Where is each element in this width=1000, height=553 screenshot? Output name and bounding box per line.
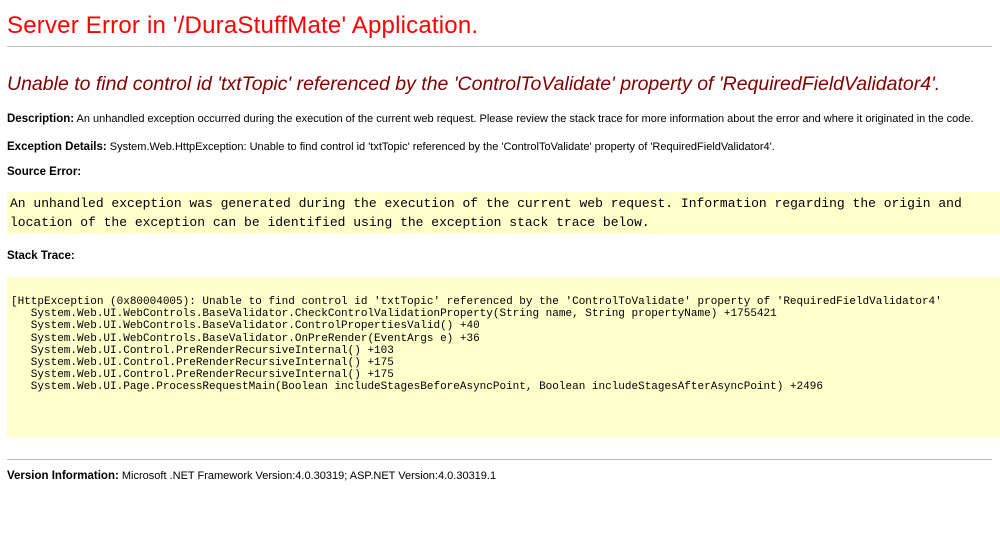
stack-trace-line: System.Web.UI.WebControls.BaseValidator.…	[11, 308, 777, 321]
source-error-box: An unhandled exception was generated dur…	[7, 192, 1000, 234]
exception-details-row: Exception Details: System.Web.HttpExcept…	[7, 140, 992, 154]
exception-details-text: System.Web.HttpException: Unable to find…	[109, 141, 775, 153]
stack-trace-line: System.Web.UI.Page.ProcessRequestMain(Bo…	[11, 381, 823, 394]
source-error-line: An unhandled exception was generated dur…	[10, 196, 962, 211]
stack-trace-line: System.Web.UI.Control.PreRenderRecursive…	[11, 369, 394, 382]
version-info-row: Version Information: Microsoft .NET Fram…	[7, 469, 992, 483]
stack-trace-label: Stack Trace:	[7, 250, 75, 262]
stack-trace-line: System.Web.UI.WebControls.BaseValidator.…	[11, 320, 480, 333]
error-message: Unable to find control id 'txtTopic' ref…	[7, 73, 941, 95]
page-title: Server Error in '/DuraStuffMate' Applica…	[7, 12, 479, 39]
source-error-line: location of the exception can be identif…	[10, 215, 650, 230]
source-error-heading: Source Error:	[7, 165, 992, 179]
error-page: Server Error in '/DuraStuffMate' Applica…	[7, 0, 1000, 483]
footer-divider	[7, 459, 992, 460]
version-info-text: Microsoft .NET Framework Version:4.0.303…	[121, 470, 497, 482]
stack-trace-heading: Stack Trace:	[7, 249, 992, 263]
stack-trace-line: System.Web.UI.Control.PreRenderRecursive…	[11, 357, 394, 370]
exception-details-label: Exception Details:	[7, 141, 107, 153]
stack-trace-box: [HttpException (0x80004005): Unable to f…	[7, 277, 1000, 437]
description-label: Description:	[7, 113, 75, 125]
title-divider	[7, 46, 992, 47]
source-error-label: Source Error:	[7, 166, 82, 178]
stack-trace-line: System.Web.UI.Control.PreRenderRecursive…	[11, 344, 394, 357]
description-text: An unhandled exception occurred during t…	[76, 113, 974, 125]
stack-trace-line: System.Web.UI.WebControls.BaseValidator.…	[11, 332, 480, 345]
stack-trace-line: [HttpException (0x80004005): Unable to f…	[11, 296, 942, 308]
description-row: Description: An unhandled exception occu…	[7, 112, 992, 126]
version-info-label: Version Information:	[7, 470, 119, 482]
